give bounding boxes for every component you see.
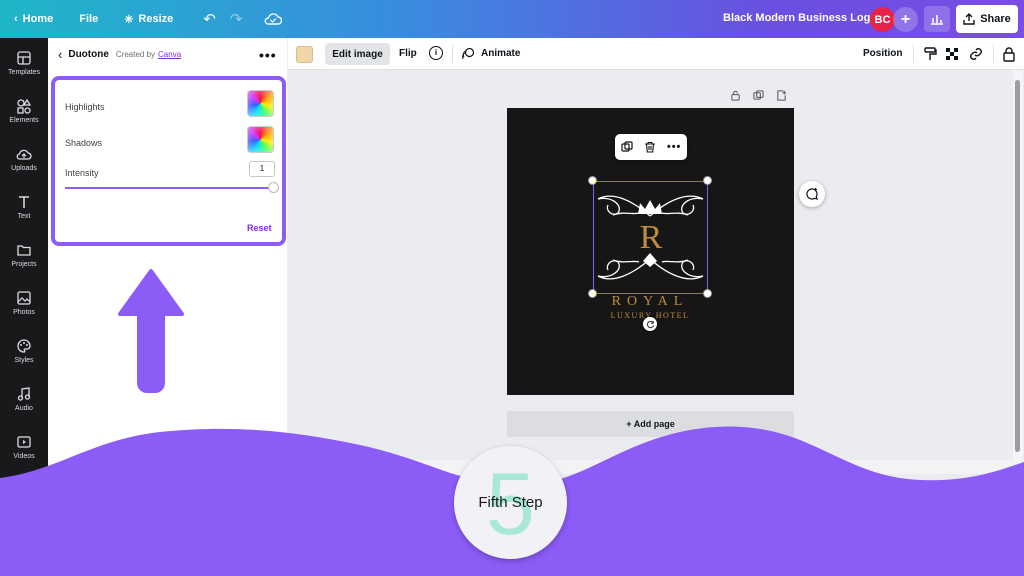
step-label: Fifth Step xyxy=(478,494,543,511)
step-badge: 5 Fifth Step xyxy=(454,446,567,559)
